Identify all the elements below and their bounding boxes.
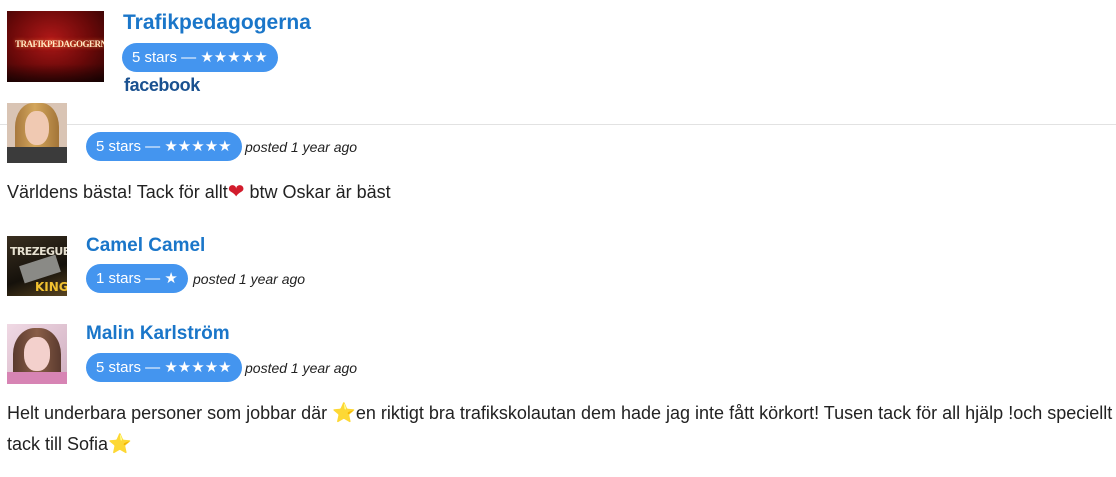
review-posted-time: posted 1 year ago: [245, 360, 358, 376]
heart-icon: ❤: [227, 181, 245, 203]
star-icon: ⭐: [108, 434, 132, 455]
page-header: TRAFIKPEDAGOGERNA Trafikpedagogerna 5 st…: [0, 0, 1116, 125]
review-posted-time: posted 1 year ago: [193, 271, 306, 287]
avatar-text: KING: [35, 280, 67, 294]
review-text-part: btw Oskar är bäst: [244, 182, 391, 202]
reviewer-name-link[interactable]: Malin Karlström: [86, 323, 230, 345]
reviewer-avatar[interactable]: [7, 103, 67, 163]
review-rating-badge: 1 stars — ★: [86, 264, 188, 293]
logo-text: TRAFIKPEDAGOGERNA: [15, 39, 104, 49]
page-name-link[interactable]: Trafikpedagogerna: [123, 11, 311, 35]
review-posted-time: posted 1 year ago: [245, 139, 358, 155]
reviewer-name-link[interactable]: Camel Camel: [86, 235, 205, 257]
review-text-part: Världens bästa! Tack för allt: [7, 182, 228, 202]
facebook-logo[interactable]: facebook: [124, 75, 200, 96]
review-text: Helt underbara personer som jobbar där ⭐…: [7, 398, 1115, 460]
review-text: Världens bästa! Tack för allt❤ btw Oskar…: [7, 177, 1115, 207]
review-text-part: Helt underbara personer som jobbar där: [7, 403, 333, 423]
review-rating-badge: 5 stars — ★★★★★: [86, 132, 242, 161]
avatar-text: TREZEGUET: [10, 245, 67, 258]
star-icon: ⭐: [332, 403, 356, 424]
review-rating-badge: 5 stars — ★★★★★: [86, 353, 242, 382]
page-logo[interactable]: TRAFIKPEDAGOGERNA: [7, 11, 104, 82]
reviews-widget: TRAFIKPEDAGOGERNA Trafikpedagogerna 5 st…: [0, 0, 1116, 477]
page-rating-badge: 5 stars — ★★★★★: [122, 43, 278, 72]
reviewer-avatar[interactable]: TREZEGUET KING: [7, 236, 67, 296]
reviewer-avatar[interactable]: [7, 324, 67, 384]
